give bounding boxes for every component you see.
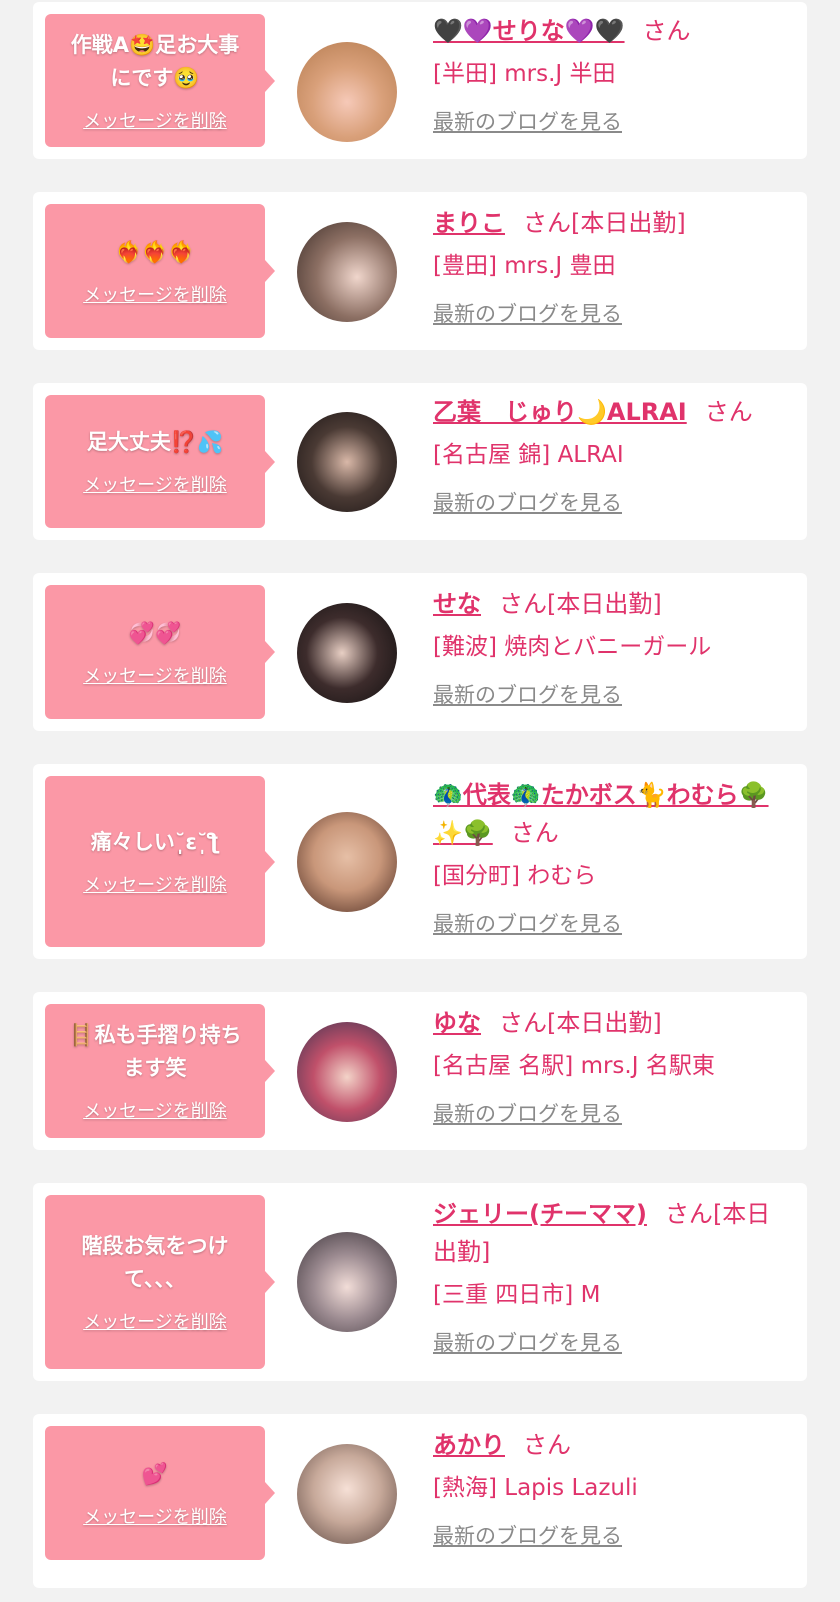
message-bubble: 💕 メッセージを削除 bbox=[45, 1426, 275, 1560]
shop-info: [熱海] Lapis Lazuli bbox=[433, 1475, 638, 1501]
honorific: さん bbox=[499, 1009, 547, 1037]
delete-message-button[interactable]: メッセージを削除 bbox=[83, 1308, 227, 1334]
cast-name-link[interactable]: まりこ bbox=[433, 209, 505, 237]
honorific: さん bbox=[523, 1431, 571, 1459]
message-text: 💞💞 bbox=[128, 620, 182, 645]
delete-message-button[interactable]: メッセージを削除 bbox=[83, 471, 227, 497]
honorific: さん bbox=[523, 209, 571, 237]
delete-message-button[interactable]: メッセージを削除 bbox=[83, 107, 227, 133]
honorific: さん bbox=[510, 819, 559, 847]
message-bubble: 🪜私も手摺り持ち ます笑 メッセージを削除 bbox=[45, 1004, 275, 1138]
cast-name-link[interactable]: 乙葉 じゅり🌙ALRAI bbox=[433, 398, 687, 426]
message-card: 作戦A🤩足お大事 にです🥹 メッセージを削除 🖤💜せりな💜🖤 さん [半田] mr… bbox=[33, 2, 807, 159]
message-text: 💕 bbox=[141, 1461, 169, 1486]
message-bubble: 足大丈夫⁉️💦 メッセージを削除 bbox=[45, 395, 275, 528]
message-bubble: 💞💞 メッセージを削除 bbox=[45, 585, 275, 719]
message-text: 足大丈夫⁉️💦 bbox=[86, 430, 224, 454]
message-card: 💞💞 メッセージを削除 せな さん[本日出勤] [難波] 焼肉とバニーガール 最新… bbox=[33, 573, 807, 731]
view-blog-link[interactable]: 最新のブログを見る bbox=[433, 1520, 622, 1550]
honorific: さん bbox=[664, 1200, 713, 1228]
view-blog-link[interactable]: 最新のブログを見る bbox=[433, 1098, 622, 1128]
view-blog-link[interactable]: 最新のブログを見る bbox=[433, 679, 622, 709]
message-list: 作戦A🤩足お大事 にです🥹 メッセージを削除 🖤💜せりな💜🖤 さん [半田] mr… bbox=[0, 0, 840, 1602]
delete-message-button[interactable]: メッセージを削除 bbox=[83, 1503, 227, 1529]
delete-message-button[interactable]: メッセージを削除 bbox=[83, 281, 227, 307]
delete-message-button[interactable]: メッセージを削除 bbox=[83, 662, 227, 688]
shop-info: [豊田] mrs.J 豊田 bbox=[433, 253, 616, 279]
cast-name-link[interactable]: ジェリー(チーママ) bbox=[433, 1200, 647, 1228]
message-card: 足大丈夫⁉️💦 メッセージを削除 乙葉 じゅり🌙ALRAI さん [名古屋 錦] … bbox=[33, 383, 807, 540]
view-blog-link[interactable]: 最新のブログを見る bbox=[433, 298, 622, 328]
message-text: 作戦A🤩足お大事 にです🥹 bbox=[70, 32, 240, 90]
shop-info: [半田] mrs.J 半田 bbox=[433, 61, 616, 87]
avatar[interactable] bbox=[297, 42, 397, 142]
view-blog-link[interactable]: 最新のブログを見る bbox=[433, 106, 622, 136]
message-card: 🪜私も手摺り持ち ます笑 メッセージを削除 ゆな さん[本日出勤] [名古屋 名駅… bbox=[33, 992, 807, 1150]
delete-message-button[interactable]: メッセージを削除 bbox=[83, 871, 227, 897]
view-blog-link[interactable]: 最新のブログを見る bbox=[433, 908, 622, 938]
honorific: さん bbox=[642, 17, 691, 45]
cast-name-link[interactable]: 🦚代表🦚たかボス🐈わむら🌳✨🌳 bbox=[433, 781, 769, 847]
message-bubble: 階段お気をつけ て、、、 メッセージを削除 bbox=[45, 1195, 275, 1369]
avatar[interactable] bbox=[297, 1444, 397, 1544]
message-bubble: 痛々しい˘̩̩̩ε˘̩ƪ メッセージを削除 bbox=[45, 776, 275, 947]
avatar[interactable] bbox=[297, 812, 397, 912]
view-blog-link[interactable]: 最新のブログを見る bbox=[433, 487, 622, 517]
attendance-status: [本日出勤] bbox=[547, 1009, 662, 1037]
message-text: 痛々しい˘̩̩̩ε˘̩ƪ bbox=[90, 830, 220, 854]
message-bubble: 作戦A🤩足お大事 にです🥹 メッセージを削除 bbox=[45, 14, 275, 147]
message-card: 痛々しい˘̩̩̩ε˘̩ƪ メッセージを削除 🦚代表🦚たかボス🐈わむら🌳✨🌳 さん … bbox=[33, 764, 807, 959]
message-card: 階段お気をつけ て、、、 メッセージを削除 ジェリー(チーママ) さん[本日出勤]… bbox=[33, 1183, 807, 1381]
cast-name-link[interactable]: ゆな bbox=[433, 1009, 481, 1037]
avatar[interactable] bbox=[297, 412, 397, 512]
attendance-status: [本日出勤] bbox=[571, 209, 686, 237]
shop-info: [名古屋 錦] ALRAI bbox=[433, 442, 624, 468]
avatar[interactable] bbox=[297, 1022, 397, 1122]
message-bubble: ❤️‍🔥❤️‍🔥❤️‍🔥 メッセージを削除 bbox=[45, 204, 275, 338]
shop-info: [三重 四日市] M bbox=[433, 1282, 601, 1308]
message-card: ❤️‍🔥❤️‍🔥❤️‍🔥 メッセージを削除 まりこ さん[本日出勤] [豊田] m… bbox=[33, 192, 807, 350]
view-blog-link[interactable]: 最新のブログを見る bbox=[433, 1327, 622, 1357]
attendance-status: [本日出勤] bbox=[547, 590, 662, 618]
delete-message-button[interactable]: メッセージを削除 bbox=[83, 1097, 227, 1123]
message-text: 階段お気をつけ て、、、 bbox=[81, 1234, 229, 1291]
message-text: ❤️‍🔥❤️‍🔥❤️‍🔥 bbox=[115, 239, 195, 264]
message-card: 💕 メッセージを削除 あかり さん [熱海] Lapis Lazuli 最新のブロ… bbox=[33, 1414, 807, 1588]
cast-name-link[interactable]: せな bbox=[433, 590, 481, 618]
avatar[interactable] bbox=[297, 222, 397, 322]
avatar[interactable] bbox=[297, 1232, 397, 1332]
cast-name-link[interactable]: 🖤💜せりな💜🖤 bbox=[433, 17, 625, 45]
shop-info: [国分町] わむら bbox=[433, 863, 597, 889]
honorific: さん bbox=[499, 590, 547, 618]
message-text: 🪜私も手摺り持ち ます笑 bbox=[68, 1023, 242, 1080]
shop-info: [名古屋 名駅] mrs.J 名駅東 bbox=[433, 1053, 715, 1079]
honorific: さん bbox=[704, 398, 753, 426]
shop-info: [難波] 焼肉とバニーガール bbox=[433, 634, 712, 660]
avatar[interactable] bbox=[297, 603, 397, 703]
cast-name-link[interactable]: あかり bbox=[433, 1431, 505, 1459]
